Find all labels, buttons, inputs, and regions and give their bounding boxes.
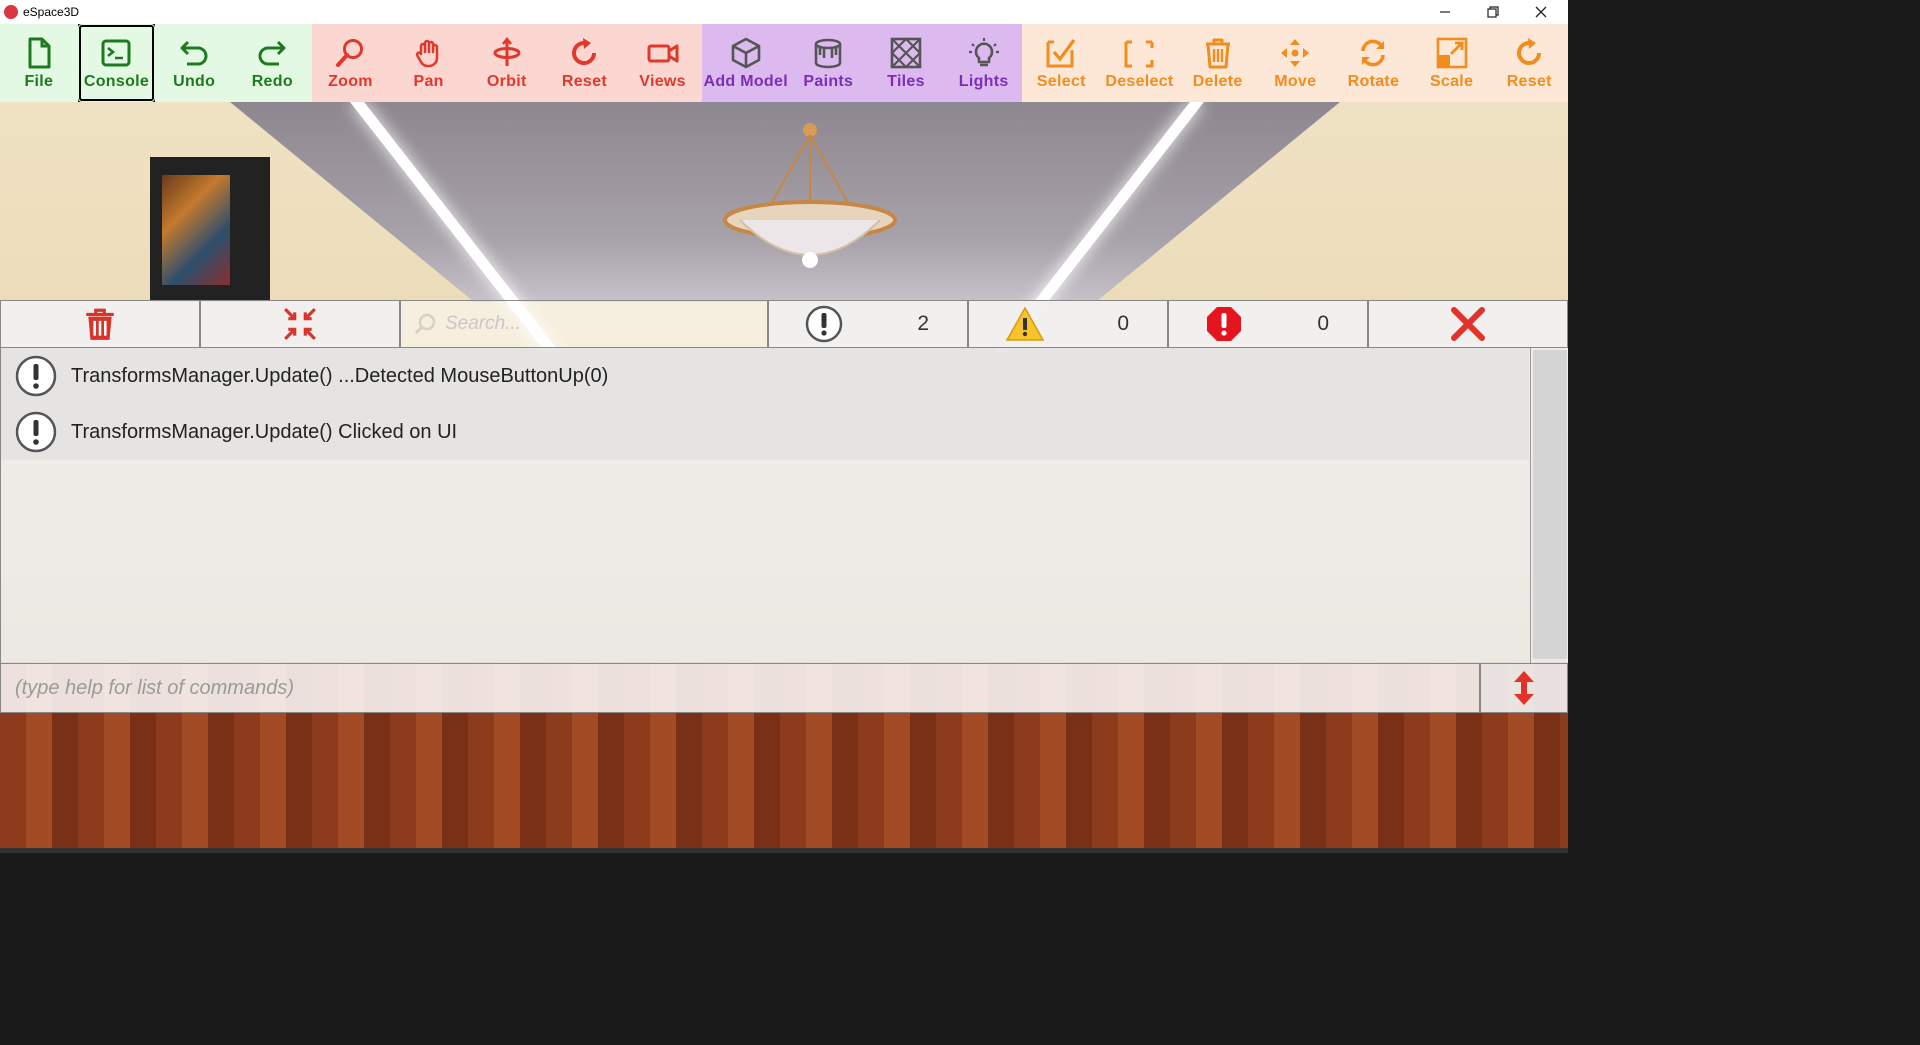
orbit-button[interactable]: Orbit	[467, 24, 546, 102]
trash-icon	[86, 308, 114, 340]
info-icon	[805, 305, 843, 343]
console-button[interactable]: Console	[77, 24, 156, 102]
undo-button[interactable]: Undo	[155, 24, 233, 102]
pan-button[interactable]: Pan	[389, 24, 468, 102]
trash-icon	[1205, 38, 1230, 69]
console-icon	[101, 39, 131, 67]
delete-button[interactable]: Delete	[1178, 24, 1257, 102]
collapse-logs-button[interactable]	[200, 300, 400, 348]
close-icon	[1451, 307, 1485, 341]
log-search-field[interactable]	[400, 300, 768, 348]
warning-icon	[1005, 306, 1045, 341]
scale-button[interactable]: Scale	[1412, 24, 1491, 102]
lights-button[interactable]: Lights	[944, 24, 1023, 102]
zoom-button[interactable]: Zoom	[311, 24, 390, 102]
info-count: 2	[917, 312, 929, 335]
error-icon	[1207, 307, 1241, 341]
console-panel: 2 0 0 TransformsManager.Update() ...Dete…	[0, 300, 1568, 713]
collapse-arrows-icon	[284, 308, 316, 340]
restore-icon	[1487, 6, 1499, 18]
move-button[interactable]: Move	[1256, 24, 1335, 102]
bottom-edge	[0, 848, 1568, 853]
move-arrows-icon	[1281, 39, 1310, 67]
log-list[interactable]: TransformsManager.Update() ...Detected M…	[0, 348, 1530, 663]
cube-icon	[731, 37, 761, 69]
reset-transform-button[interactable]: Reset	[1490, 24, 1569, 102]
main-toolbar: File Console Undo Redo Zoom Pan Orbit Re…	[0, 24, 1569, 102]
info-icon	[15, 411, 57, 453]
undo-icon	[180, 40, 208, 66]
scrollbar-thumb[interactable]	[1533, 350, 1567, 659]
vertical-resize-icon	[1514, 671, 1534, 705]
log-message: TransformsManager.Update() ...Detected M…	[71, 364, 609, 387]
paints-button[interactable]: Paints	[789, 24, 868, 102]
warning-filter-toggle[interactable]: 0	[968, 300, 1168, 348]
info-filter-toggle[interactable]: 2	[768, 300, 968, 348]
select-button[interactable]: Select	[1022, 24, 1101, 102]
magnifier-icon	[336, 39, 364, 67]
rotate-icon	[1361, 39, 1386, 67]
log-scrollbar[interactable]	[1530, 348, 1568, 663]
command-line[interactable]	[0, 663, 1480, 713]
hand-icon	[415, 39, 438, 68]
select-icon	[1046, 39, 1076, 68]
info-icon	[15, 355, 57, 397]
log-entry[interactable]: TransformsManager.Update() Clicked on UI	[1, 404, 1529, 460]
window-title: eSpace3D	[23, 5, 80, 19]
reset-icon	[1517, 38, 1542, 66]
file-icon	[28, 37, 51, 69]
deselect-button[interactable]: Deselect	[1100, 24, 1179, 102]
warning-count: 0	[1117, 312, 1129, 335]
orbit-icon	[493, 36, 521, 66]
redo-button[interactable]: Redo	[232, 24, 312, 102]
painting	[162, 175, 230, 285]
log-message: TransformsManager.Update() Clicked on UI	[71, 420, 458, 443]
add-model-button[interactable]: Add Model	[701, 24, 790, 102]
close-console-button[interactable]	[1368, 300, 1568, 348]
reset-camera-button[interactable]: Reset	[545, 24, 624, 102]
light-bulb-icon	[968, 38, 999, 67]
views-button[interactable]: Views	[623, 24, 702, 102]
rotate-button[interactable]: Rotate	[1334, 24, 1413, 102]
paint-bucket-icon	[815, 38, 842, 69]
close-icon	[1535, 6, 1547, 18]
tiles-icon	[890, 37, 922, 69]
file-button[interactable]: File	[0, 24, 78, 102]
restore-window-button[interactable]	[1470, 0, 1516, 24]
deselect-icon	[1124, 40, 1154, 68]
resize-console-button[interactable]	[1480, 663, 1568, 713]
error-count: 0	[1317, 312, 1329, 335]
log-entry[interactable]: TransformsManager.Update() ...Detected M…	[1, 348, 1529, 404]
video-camera-icon	[647, 44, 679, 63]
clear-console-button[interactable]	[0, 300, 200, 348]
scale-icon	[1436, 37, 1467, 69]
command-input[interactable]	[15, 676, 1415, 700]
console-toolbar: 2 0 0	[0, 300, 1568, 348]
chandelier	[723, 123, 897, 268]
minimize-window-button[interactable]	[1422, 0, 1468, 24]
app-logo-icon	[4, 5, 18, 19]
wall-picture-frame	[150, 157, 270, 302]
minimize-icon	[1440, 11, 1450, 13]
error-filter-toggle[interactable]: 0	[1168, 300, 1368, 348]
title-bar: eSpace3D	[0, 0, 1568, 24]
reset-icon	[572, 38, 597, 66]
redo-icon	[258, 40, 286, 66]
search-input[interactable]	[445, 313, 745, 335]
close-window-button[interactable]	[1518, 0, 1564, 24]
search-icon	[414, 313, 436, 335]
tiles-button[interactable]: Tiles	[867, 24, 945, 102]
